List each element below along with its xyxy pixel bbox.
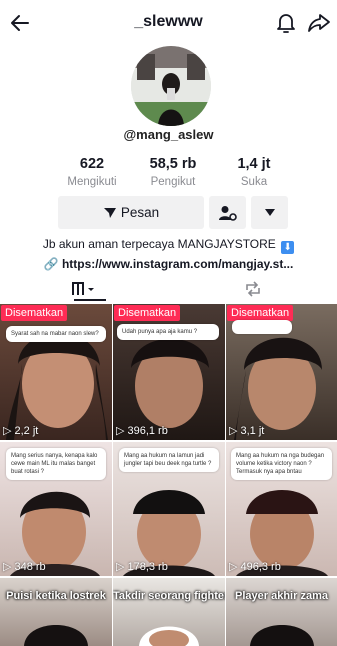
video-thumbnail[interactable]: Disematkan ▷ 3,1 jt [226,304,337,440]
thumbnail-image [6,332,108,440]
bio-text: Jb akun aman terpecaya MANGJAYSTORE [42,237,276,251]
tab-reposts[interactable] [168,276,337,302]
notifications-button[interactable] [274,10,298,36]
view-count: ▷ 178,3 rb [116,560,168,574]
avatar[interactable] [131,46,211,126]
video-thumbnail[interactable]: Mang aa hukum na lamun jadi jungler tapi… [113,442,225,576]
profile-link[interactable]: 🔗 https://www.instagram.com/mangjay.st..… [0,257,337,271]
comment-bubble: Mang aa hukum na nga budegan volume keti… [231,448,332,481]
play-icon: ▷ [229,425,238,437]
comment-bubble: Mang serius nanya, kenapa kalo cewe main… [6,448,106,481]
stat-following[interactable]: 622 Mengikuti [52,156,132,188]
play-icon: ▷ [116,425,125,437]
likes-label: Suka [240,176,268,188]
comment-bubble: Mang aa hukum na lamun jadi jungler tapi… [119,448,219,473]
share-button[interactable] [306,10,332,36]
chevron-down-icon [264,209,275,216]
stat-likes[interactable]: 1,4 jt Suka [214,156,294,188]
view-count: ▷ 396,1 rb [116,424,168,438]
pinned-badge: Disematkan [114,305,181,321]
top-bar: _slewww [0,0,337,44]
play-icon: ▷ [3,561,12,573]
likes-count: 1,4 jt [237,156,271,172]
following-count: 622 [79,156,105,172]
more-options-button[interactable] [251,196,288,229]
followers-count: 58,5 rb [149,156,197,172]
followers-label: Pengikut [150,176,196,188]
link-icon: 🔗 [43,257,59,271]
pinned-badge: Disematkan [1,305,68,321]
profile-bio: Jb akun aman terpecaya MANGJAYSTORE ⬇ [0,237,337,254]
add-friend-button[interactable] [209,196,246,229]
message-button[interactable]: Pesan [58,196,204,229]
share-arrow-icon [308,14,330,32]
down-arrow-emoji-icon: ⬇ [281,241,295,254]
stat-followers[interactable]: 58,5 rb Pengikut [133,156,213,188]
video-grid: Disematkan Syarat sah na mabar naon slew… [0,304,337,646]
play-icon: ▷ [229,561,238,573]
following-label: Mengikuti [67,176,117,188]
view-count: ▷ 3,1 jt [229,424,265,438]
video-thumbnail[interactable]: Mang aa hukum na nga budegan volume keti… [226,442,337,576]
video-caption: Takdir seorang fighter [113,590,225,602]
profile-handle: @mang_aslew [123,127,214,142]
video-thumbnail[interactable]: Disematkan Udah punya apa aja kamu ? ▷ 39… [113,304,225,440]
send-icon [103,207,116,218]
profile-link-text: https://www.instagram.com/mangjay.st... [61,257,294,271]
video-thumbnail[interactable]: Puisi ketika lostrek [0,578,112,646]
active-tab-indicator [74,299,106,301]
person-settings-icon [218,205,237,221]
video-thumbnail[interactable]: Takdir seorang fighter [113,578,225,646]
comment-bubble [232,320,292,334]
message-button-label: Pesan [120,205,160,220]
play-icon: ▷ [3,425,12,437]
video-thumbnail[interactable]: Player akhir zama [226,578,337,646]
video-thumbnail[interactable]: Disematkan Syarat sah na mabar naon slew… [0,304,112,440]
bell-icon [277,14,295,33]
thumbnail-image [24,625,88,646]
pinned-badge: Disematkan [227,305,294,321]
comment-bubble: Syarat sah na mabar naon slew? [6,326,106,343]
view-count: ▷ 496,3 rb [229,560,281,574]
thumbnail-image [139,626,199,646]
repost-icon [245,281,260,297]
view-count: ▷ 348 rb [3,560,46,574]
comment-bubble: Udah punya apa aja kamu ? [117,324,219,341]
view-count: ▷ 2,2 jt [3,424,39,438]
video-thumbnail[interactable]: Mang serius nanya, kenapa kalo cewe main… [0,442,112,576]
video-caption: Player akhir zama [235,590,328,602]
profile-tabs [0,276,337,302]
video-caption: Puisi ketika lostrek [6,590,106,602]
avatar-photo [131,46,211,126]
thumbnail-image [250,625,314,646]
play-icon: ▷ [116,561,125,573]
grid-icon [72,282,94,295]
